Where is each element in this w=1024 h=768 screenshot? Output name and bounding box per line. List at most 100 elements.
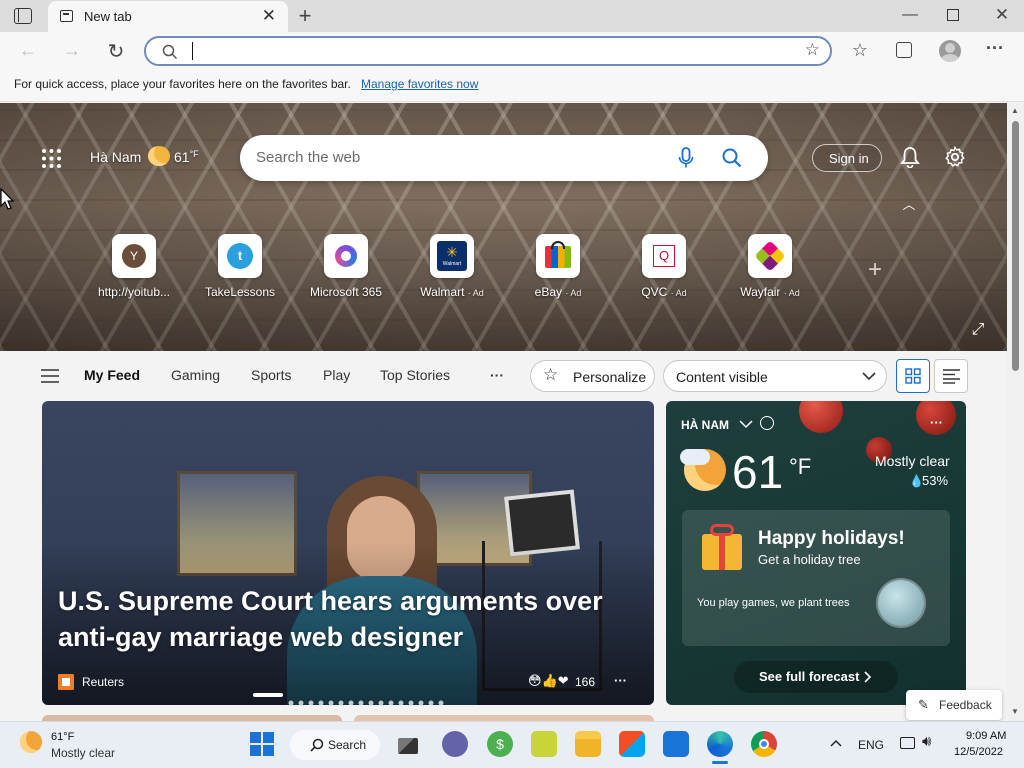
scroll-up-icon[interactable]: ▲ [1011, 106, 1019, 115]
humidity-value: 53% [922, 473, 949, 488]
taskbar-weather-temp[interactable]: 61°F [51, 731, 74, 743]
tab-sports[interactable]: Sports [251, 367, 291, 383]
quick-link-wayfair[interactable] [748, 234, 792, 278]
list-layout-button[interactable] [934, 359, 968, 393]
file-explorer-icon[interactable] [575, 731, 601, 757]
personalize-button[interactable]: ☆ Personalize [530, 360, 655, 392]
weather-unit: °F [789, 454, 812, 479]
top-story-card[interactable]: U.S. Supreme Court hears arguments over … [42, 401, 654, 705]
task-view-icon[interactable] [398, 738, 418, 754]
tab-my-feed[interactable]: My Feed [84, 367, 140, 383]
favorites-icon[interactable]: ☆ [850, 40, 870, 61]
add-favorite-icon[interactable]: ☆ [805, 40, 820, 60]
clock-time[interactable]: 9:09 AM [966, 730, 1006, 742]
quick-link-qvc[interactable]: Q [642, 234, 686, 278]
close-window-icon[interactable]: ✕ [992, 5, 1012, 25]
weather-card[interactable]: HÀ NAM ··· 61 °F Mostly clear 💧 53% Happ… [666, 401, 966, 705]
tab-actions-icon[interactable] [14, 8, 32, 24]
quick-link-ebay[interactable] [536, 234, 580, 278]
chevron-down-icon [862, 372, 876, 381]
scrollbar-thumb[interactable] [1012, 121, 1019, 371]
money-app-icon[interactable]: $ [487, 731, 513, 757]
manage-favorites-link[interactable]: Manage favorites now [361, 77, 478, 91]
address-bar[interactable]: ☆ [144, 36, 832, 66]
taskbar-weather-icon[interactable] [20, 731, 42, 753]
weather-more-icon[interactable]: ··· [930, 415, 943, 430]
new-tab-icon [60, 10, 73, 22]
tab-top-stories[interactable]: Top Stories [380, 367, 450, 383]
weather-condition: Mostly clear [875, 453, 950, 469]
settings-more-icon[interactable]: ··· [984, 38, 1006, 59]
search-icon[interactable] [722, 148, 742, 168]
volume-icon[interactable]: 🔊︎ [922, 733, 931, 750]
holiday-promo[interactable]: Happy holidays! Get a holiday tree You p… [682, 510, 950, 646]
input-language[interactable]: ENG [858, 738, 884, 752]
story-more-icon[interactable]: ··· [614, 673, 627, 688]
wayfair-logo-icon [754, 240, 786, 272]
location-settings-icon[interactable] [760, 416, 774, 430]
windows-logo-icon [250, 732, 274, 756]
close-tab-icon[interactable]: ✕ [262, 6, 276, 26]
ebay-bag-icon [545, 246, 571, 268]
teams-chat-icon[interactable] [442, 731, 468, 757]
carousel-dots[interactable] [288, 693, 448, 705]
promo-title: Happy holidays! [758, 528, 905, 549]
taskbar-search[interactable]: Search [290, 730, 380, 760]
taskbar-weather-condition[interactable]: Mostly clear [51, 746, 115, 760]
quick-link-microsoft-365[interactable] [324, 234, 368, 278]
notifications-bell-icon[interactable] [900, 146, 920, 168]
expand-background-icon[interactable]: ⤢ [968, 321, 988, 339]
grid-layout-button[interactable] [896, 359, 930, 393]
weather-location[interactable]: HÀ NAM [681, 418, 729, 432]
scroll-down-icon[interactable]: ▼ [1011, 707, 1019, 716]
mail-icon[interactable] [663, 731, 689, 757]
search-input[interactable]: Search the web [256, 149, 360, 166]
story-source[interactable]: Reuters [82, 675, 124, 689]
address-input[interactable] [192, 42, 792, 60]
apps-grid-icon[interactable] [41, 148, 62, 169]
feedback-button[interactable]: ✎ Feedback [906, 690, 1002, 720]
reaction-emojis-icon[interactable]: 😳👍❤ [528, 673, 569, 689]
content-visibility-dropdown[interactable]: Content visible [663, 360, 887, 392]
tab-play[interactable]: Play [323, 367, 350, 383]
hero-temperature: 61°F [174, 149, 199, 165]
add-shortcut-icon[interactable]: + [864, 256, 886, 284]
tab-new-tab[interactable]: New tab ✕ [48, 1, 288, 32]
page-scrollbar[interactable]: ▲ ▼ [1007, 103, 1024, 721]
web-search-box[interactable]: Search the web [240, 135, 768, 181]
see-full-forecast-button[interactable]: See full forecast [734, 661, 898, 693]
quick-link-takelessons[interactable]: t [218, 234, 262, 278]
minimize-icon[interactable]: — [900, 6, 920, 24]
collections-icon[interactable] [896, 42, 912, 58]
collapse-chevron-up-icon[interactable]: ︿ [902, 194, 916, 213]
weather-cloud-icon [680, 449, 710, 465]
restore-icon[interactable] [947, 9, 959, 21]
start-button[interactable] [250, 732, 274, 756]
quick-link-walmart[interactable]: ✳ Walmart [430, 234, 474, 278]
carousel-indicator[interactable] [253, 693, 283, 697]
hamburger-menu-icon[interactable] [41, 369, 59, 383]
tab-gaming[interactable]: Gaming [171, 367, 220, 383]
sign-in-button[interactable]: Sign in [812, 144, 882, 172]
refresh-icon[interactable]: ↻ [105, 39, 127, 64]
forward-icon[interactable]: → [62, 40, 82, 61]
profile-avatar[interactable] [939, 40, 961, 62]
page-settings-gear-icon[interactable] [944, 146, 966, 168]
clock-date[interactable]: 12/5/2022 [954, 746, 1003, 758]
app-icon[interactable] [531, 731, 557, 757]
hero-location[interactable]: Hà Nam [90, 149, 141, 165]
quick-link-youtube[interactable]: Y [112, 234, 156, 278]
more-tabs-icon[interactable]: ··· [490, 367, 504, 383]
quick-link-label: TakeLessons [204, 285, 276, 299]
promo-subtitle: Get a holiday tree [758, 552, 861, 567]
network-icon[interactable] [900, 737, 915, 749]
headline[interactable]: U.S. Supreme Court hears arguments over … [58, 583, 638, 655]
microphone-icon[interactable] [678, 147, 694, 169]
back-icon[interactable]: ← [18, 40, 38, 61]
show-hidden-icons-chevron-icon[interactable] [830, 739, 842, 747]
edge-browser-icon[interactable] [707, 731, 733, 757]
new-tab-button[interactable]: + [293, 3, 317, 29]
location-chevron-down-icon[interactable] [739, 420, 753, 429]
microsoft-store-icon[interactable] [619, 731, 645, 757]
headline-line: anti-gay marriage web designer [58, 622, 464, 652]
